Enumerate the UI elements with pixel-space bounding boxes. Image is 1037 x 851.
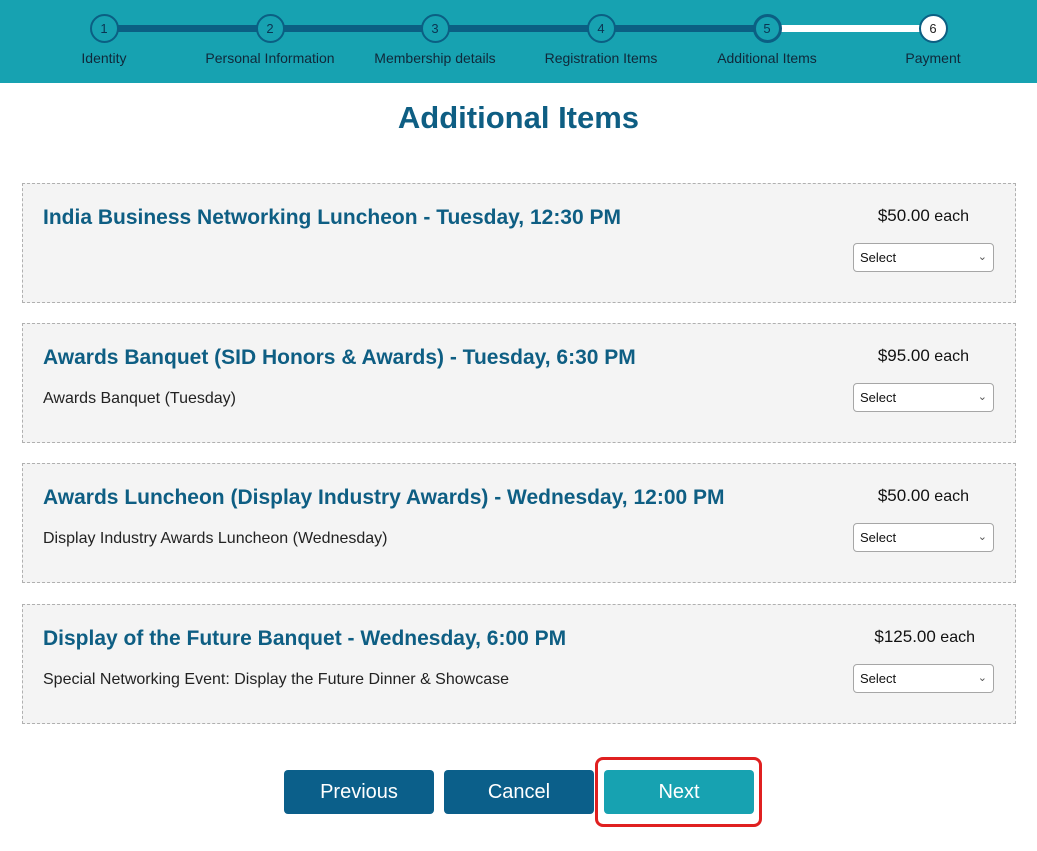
price-unit: each [934, 208, 969, 225]
price-amount: $125.00 [874, 627, 936, 646]
step-number: 4 [586, 14, 616, 43]
step-identity[interactable]: 1 Identity [21, 14, 187, 66]
item-title: India Business Networking Luncheon - Tue… [43, 206, 622, 229]
select-value: Select [860, 530, 897, 545]
next-button-highlight [595, 757, 762, 827]
quantity-select[interactable]: Select ⌄ [853, 523, 994, 552]
step-payment: 6 Payment [850, 14, 1016, 66]
step-number: 2 [255, 14, 285, 43]
item-card-future-banquet: Display of the Future Banquet - Wednesda… [22, 604, 1016, 724]
item-title: Awards Luncheon (Display Industry Awards… [43, 486, 725, 509]
item-description: Awards Banquet (Tuesday) [43, 390, 236, 407]
step-label: Personal Information [205, 50, 335, 66]
chevron-down-icon: ⌄ [977, 672, 987, 684]
step-label: Payment [905, 50, 961, 66]
item-card-awards-banquet: Awards Banquet (SID Honors & Awards) - T… [22, 323, 1016, 443]
chevron-down-icon: ⌄ [977, 391, 987, 403]
step-membership-details[interactable]: 3 Membership details [352, 14, 518, 66]
step-progress-bar: 1 Identity 2 Personal Information 3 Memb… [0, 0, 1037, 83]
quantity-select[interactable]: Select ⌄ [853, 243, 994, 272]
step-number-upcoming: 6 [918, 14, 948, 43]
step-label: Additional Items [717, 50, 817, 66]
step-label: Registration Items [544, 50, 658, 66]
item-price: $50.00 each [878, 206, 969, 226]
item-price: $95.00 each [878, 346, 969, 366]
item-card-india-luncheon: India Business Networking Luncheon - Tue… [22, 183, 1016, 303]
page-title: Additional Items [397, 100, 640, 135]
select-value: Select [860, 250, 897, 265]
previous-button[interactable]: Previous [284, 770, 434, 814]
price-unit: each [940, 629, 975, 646]
item-description: Special Networking Event: Display the Fu… [43, 671, 509, 688]
price-amount: $50.00 [877, 206, 930, 225]
item-card-awards-luncheon: Awards Luncheon (Display Industry Awards… [22, 463, 1016, 583]
step-label: Identity [81, 50, 127, 66]
price-amount: $50.00 [877, 486, 930, 505]
item-price: $125.00 each [874, 627, 975, 647]
select-value: Select [860, 671, 897, 686]
step-number: 3 [420, 14, 450, 43]
select-value: Select [860, 390, 897, 405]
item-title: Awards Banquet (SID Honors & Awards) - T… [43, 346, 636, 369]
step-registration-items[interactable]: 4 Registration Items [518, 14, 684, 66]
price-unit: each [934, 348, 969, 365]
item-title: Display of the Future Banquet - Wednesda… [43, 627, 567, 650]
price-unit: each [934, 488, 969, 505]
chevron-down-icon: ⌄ [977, 251, 987, 263]
step-number: 1 [89, 14, 119, 43]
step-personal-information[interactable]: 2 Personal Information [187, 14, 353, 66]
price-amount: $95.00 [877, 346, 930, 365]
quantity-select[interactable]: Select ⌄ [853, 664, 994, 693]
step-label: Membership details [374, 50, 496, 66]
step-number-current: 5 [752, 14, 782, 43]
step-additional-items: 5 Additional Items [684, 14, 850, 66]
chevron-down-icon: ⌄ [977, 531, 987, 543]
cancel-button[interactable]: Cancel [444, 770, 594, 814]
item-description: Display Industry Awards Luncheon (Wednes… [43, 530, 388, 547]
quantity-select[interactable]: Select ⌄ [853, 383, 994, 412]
item-price: $50.00 each [878, 486, 969, 506]
